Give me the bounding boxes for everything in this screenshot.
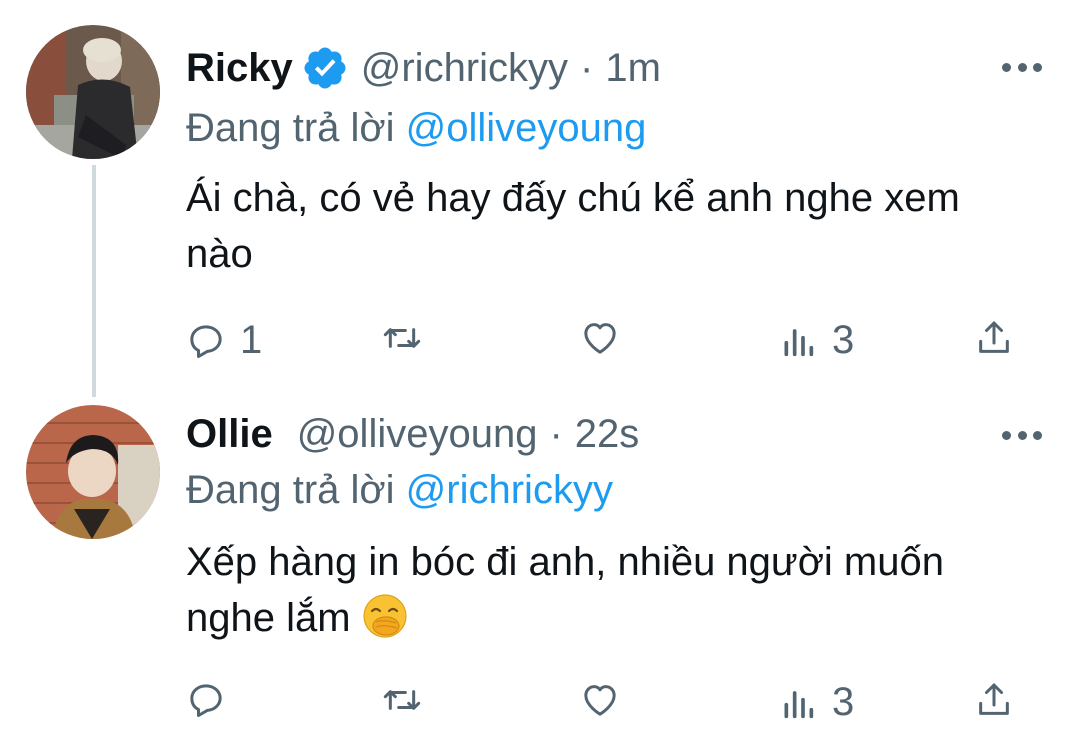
replying-to-link[interactable]: @richrickyy xyxy=(406,468,613,512)
views-button[interactable]: 3 xyxy=(778,318,854,363)
timestamp[interactable]: 1m xyxy=(605,46,661,91)
share-icon xyxy=(979,321,1009,353)
views-button[interactable]: 3 xyxy=(778,680,854,725)
timestamp[interactable]: 22s xyxy=(575,412,640,457)
replying-to-link[interactable]: @olliveyoung xyxy=(406,106,647,150)
heart-icon xyxy=(584,685,616,716)
separator-dot: · xyxy=(580,45,594,90)
reply-button[interactable]: 1 xyxy=(186,318,262,363)
replying-to: Đang trả lời @richrickyy xyxy=(186,468,613,513)
like-button[interactable] xyxy=(580,318,634,358)
reply-count: 1 xyxy=(240,318,263,362)
share-icon xyxy=(979,683,1009,715)
reply-icon xyxy=(190,324,222,358)
reply-icon xyxy=(190,684,222,717)
tweet-body: Xếp hàng in bóc đi anh, nhiều người muốn… xyxy=(186,540,944,640)
separator-dot: · xyxy=(549,412,563,456)
heart-icon xyxy=(584,323,616,354)
retweet-button[interactable] xyxy=(382,318,436,358)
user-handle[interactable]: @richrickyy xyxy=(361,46,568,91)
replying-to-label: Đang trả lời xyxy=(186,106,395,150)
face-with-hand-over-mouth-icon xyxy=(363,594,407,638)
avatar[interactable] xyxy=(26,25,160,159)
share-button[interactable] xyxy=(974,318,1014,358)
tweet-actions: 3 xyxy=(186,680,1026,724)
display-name[interactable]: Ollie xyxy=(186,412,273,457)
verified-badge-icon xyxy=(304,47,346,89)
tweet-header: Ollie @olliveyoung · 22s xyxy=(186,412,639,457)
thread-connector-line xyxy=(92,165,96,397)
more-options-icon[interactable] xyxy=(1002,429,1042,441)
tweet-header: Ricky @richrickyy · 1m xyxy=(186,44,661,92)
retweet-icon xyxy=(383,690,421,710)
replying-to: Đang trả lời @olliveyoung xyxy=(186,106,646,151)
retweet-icon xyxy=(383,328,421,348)
replying-to-label: Đang trả lời xyxy=(186,468,395,512)
views-count: 3 xyxy=(832,318,855,362)
user-handle[interactable]: @olliveyoung xyxy=(297,412,538,457)
avatar[interactable] xyxy=(26,405,160,539)
like-button[interactable] xyxy=(580,680,634,720)
tweet-actions: 1 3 xyxy=(186,318,1026,362)
retweet-button[interactable] xyxy=(382,680,436,720)
tweet-text: Ái chà, có vẻ hay đấy chú kể anh nghe xe… xyxy=(186,170,1006,282)
tweet-body: Ái chà, có vẻ hay đấy chú kể anh nghe xe… xyxy=(186,176,960,276)
analytics-icon xyxy=(784,690,814,718)
analytics-icon xyxy=(784,328,814,356)
views-count: 3 xyxy=(832,680,855,724)
tweet-text: Xếp hàng in bóc đi anh, nhiều người muốn… xyxy=(186,534,1006,646)
more-options-icon[interactable] xyxy=(1002,61,1042,73)
reply-button[interactable] xyxy=(186,680,240,720)
display-name[interactable]: Ricky xyxy=(186,46,293,91)
share-button[interactable] xyxy=(974,680,1014,720)
